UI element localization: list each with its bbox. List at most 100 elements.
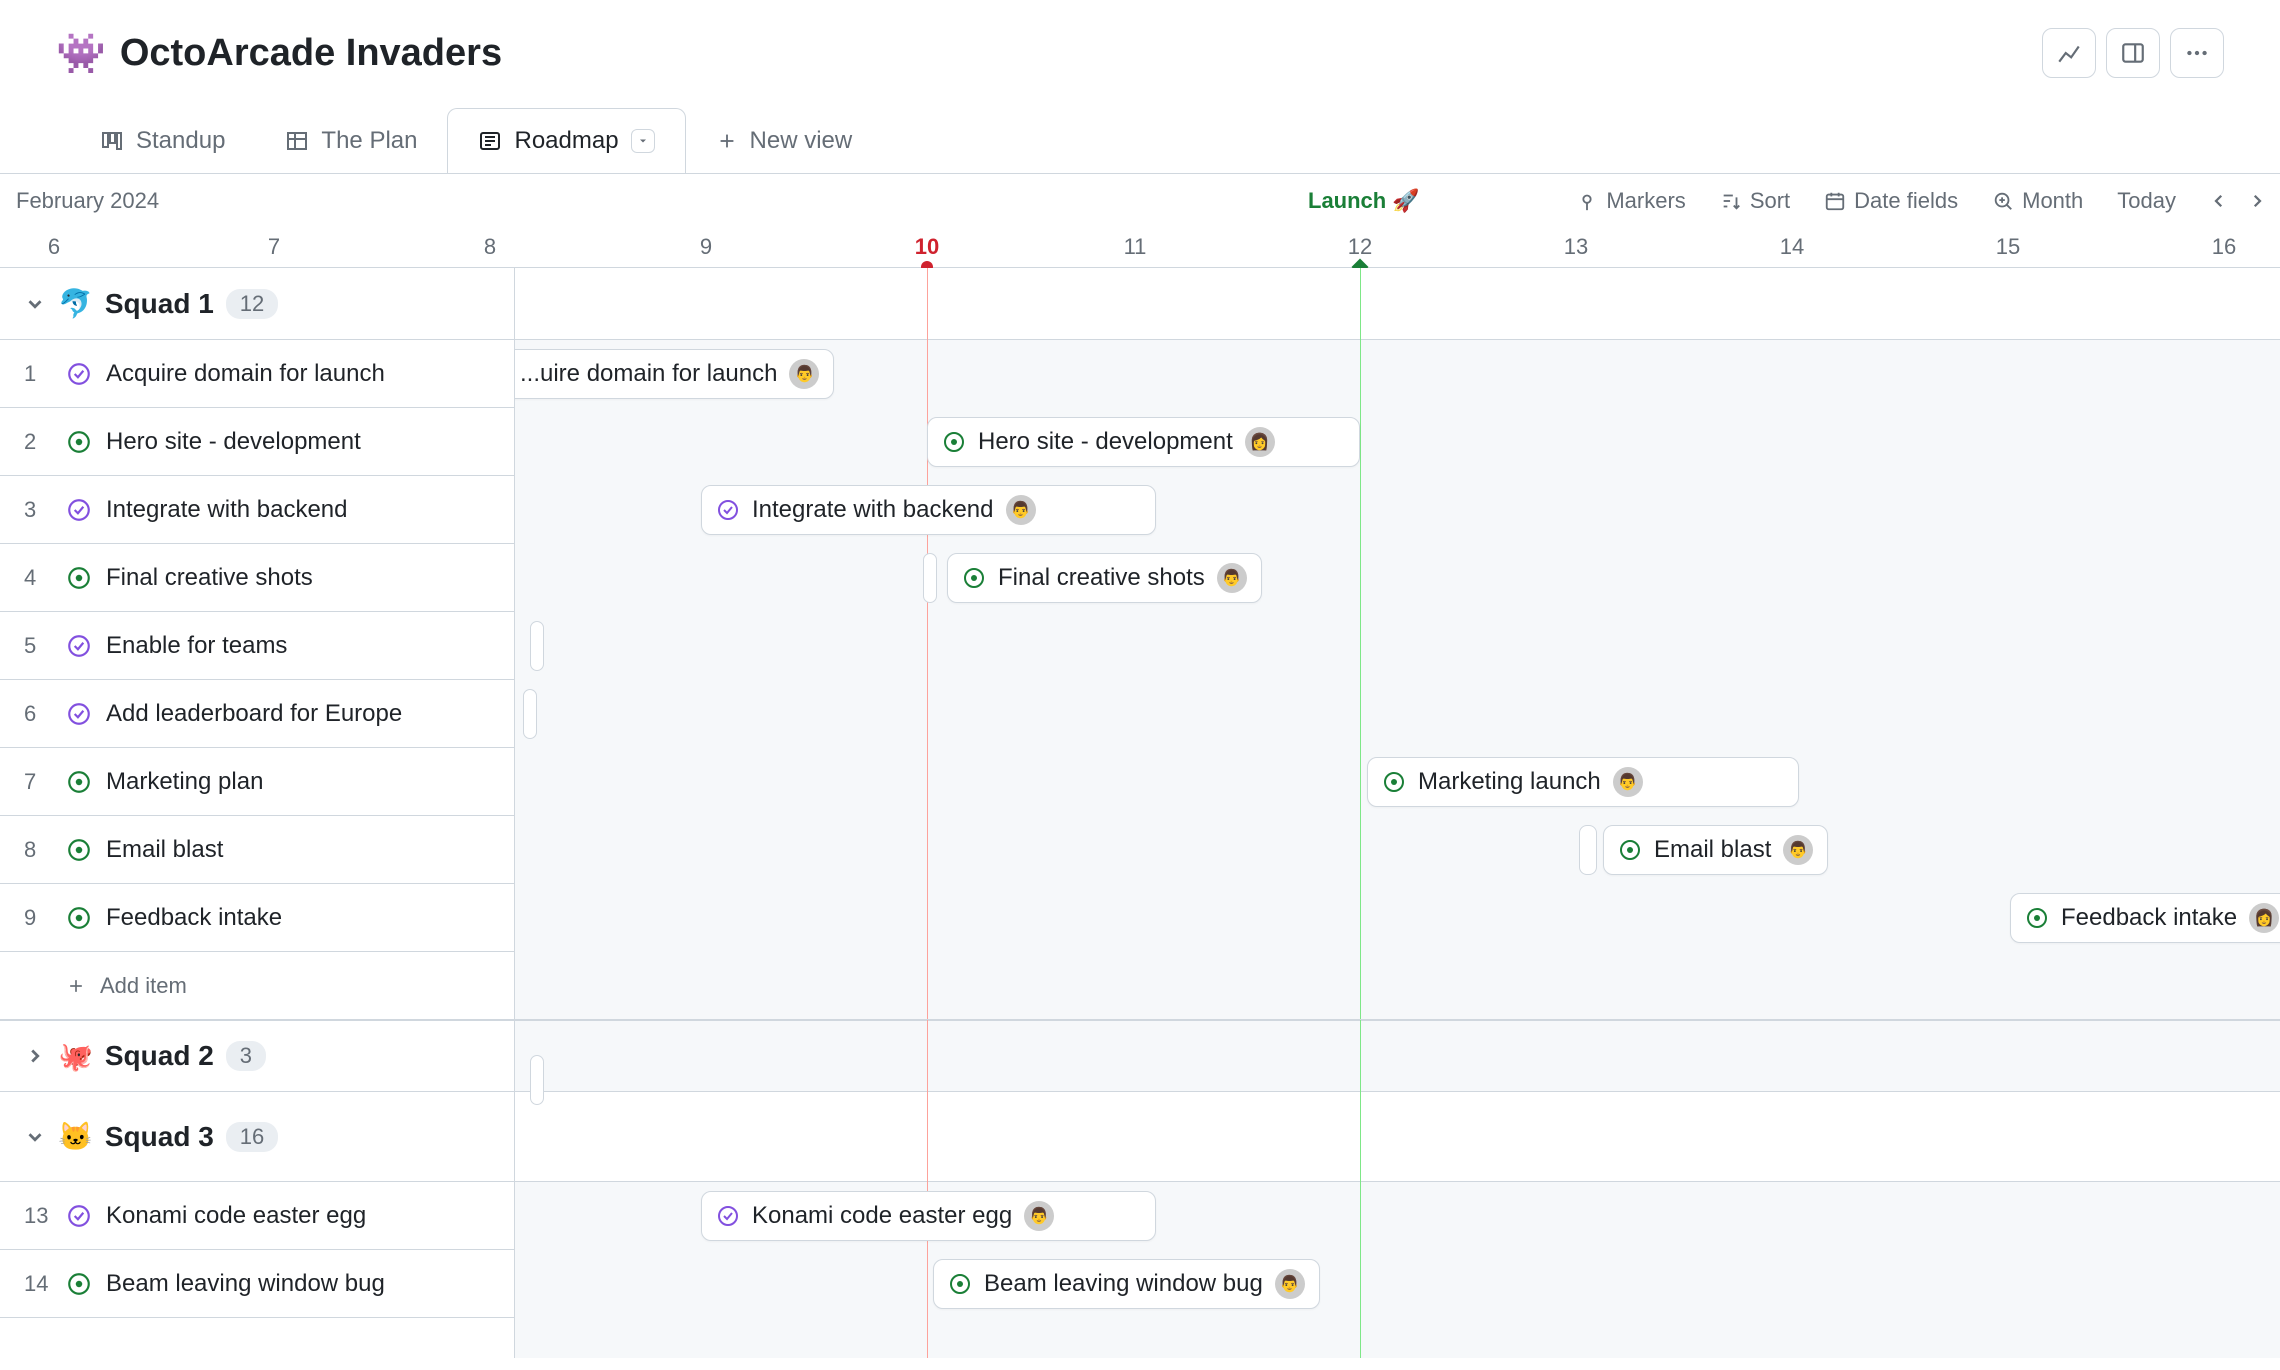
date-label: 10 — [915, 234, 939, 260]
group-emoji: 🐬 — [58, 287, 93, 320]
row-title: Marketing plan — [106, 768, 263, 796]
tab-label: Roadmap — [514, 127, 618, 155]
status-open-icon — [66, 769, 92, 795]
panel-button[interactable] — [2106, 28, 2160, 78]
timeline-bar[interactable]: Konami code easter egg 👨 — [701, 1191, 1156, 1241]
date-label: 13 — [1564, 234, 1588, 260]
chart-icon — [2056, 40, 2082, 66]
list-item[interactable]: 1Acquire domain for launch — [0, 340, 514, 408]
date-label: 8 — [484, 234, 496, 260]
avatar: 👨 — [1024, 1201, 1054, 1231]
status-done-icon — [66, 497, 92, 523]
sort-button[interactable]: Sort — [1720, 188, 1790, 214]
insights-button[interactable] — [2042, 28, 2096, 78]
group-header-squad1[interactable]: 🐬 Squad 1 12 — [0, 268, 514, 340]
timeline-bar[interactable]: ...uire domain for launch 👨 — [515, 349, 834, 399]
zoom-icon — [1992, 190, 2014, 212]
row-title: Enable for teams — [106, 632, 287, 660]
kebab-icon — [2184, 40, 2210, 66]
timeline-stub[interactable] — [530, 621, 544, 671]
avatar: 👩 — [2249, 903, 2279, 933]
list-item[interactable]: 6Add leaderboard for Europe — [0, 680, 514, 748]
group-emoji: 🐱 — [58, 1120, 93, 1153]
list-item[interactable]: 8 Email blast — [0, 816, 514, 884]
status-open-icon — [66, 429, 92, 455]
avatar: 👨 — [1006, 495, 1036, 525]
date-fields-button[interactable]: Date fields — [1824, 188, 1958, 214]
list-item[interactable]: 4 Final creative shots — [0, 544, 514, 612]
list-item[interactable]: 3Integrate with backend — [0, 476, 514, 544]
timeline-stub[interactable] — [1579, 825, 1597, 875]
status-done-icon — [66, 1203, 92, 1229]
more-button[interactable] — [2170, 28, 2224, 78]
group-emoji: 🐙 — [58, 1040, 93, 1073]
status-open-icon — [1382, 770, 1406, 794]
timeline-bar[interactable]: Feedback intake 👩 — [2010, 893, 2280, 943]
bar-label: Final creative shots — [998, 564, 1205, 592]
tab-standup[interactable]: Standup — [70, 109, 255, 173]
date-label: 7 — [268, 234, 280, 260]
bar-label: Hero site - development — [978, 428, 1233, 456]
timeline-date-label: February 2024 — [16, 188, 159, 214]
tab-label: New view — [750, 127, 853, 155]
list-item[interactable]: 13Konami code easter egg — [0, 1182, 514, 1250]
list-item[interactable]: 9Feedback intake — [0, 884, 514, 952]
add-item-button[interactable]: Add item — [0, 952, 514, 1020]
markers-button[interactable]: Markers — [1576, 188, 1685, 214]
timeline-stub[interactable] — [530, 1055, 544, 1105]
group-name: Squad 2 — [105, 1040, 214, 1072]
next-button[interactable] — [2248, 192, 2266, 210]
avatar: 👨 — [789, 359, 819, 389]
tab-plan[interactable]: The Plan — [255, 109, 447, 173]
row-title: Email blast — [106, 836, 223, 864]
timeline-bar[interactable]: Marketing launch 👨 — [1367, 757, 1799, 807]
prev-button[interactable] — [2210, 192, 2228, 210]
chevron-down-icon — [637, 135, 649, 147]
row-title: Final creative shots — [106, 564, 313, 592]
list-item[interactable]: 2Hero site - development — [0, 408, 514, 476]
timeline-stub[interactable] — [523, 689, 537, 739]
date-label: 16 — [2212, 234, 2236, 260]
timeline-bar[interactable]: Email blast 👨 — [1603, 825, 1828, 875]
bar-label: Konami code easter egg — [752, 1202, 1012, 1230]
chevron-left-icon — [2210, 192, 2228, 210]
timeline-stub[interactable] — [923, 553, 937, 603]
bar-label: Feedback intake — [2061, 904, 2237, 932]
list-item[interactable]: 7Marketing plan — [0, 748, 514, 816]
today-button[interactable]: Today — [2117, 188, 2176, 214]
table-icon — [285, 129, 309, 153]
plus-icon — [716, 130, 738, 152]
row-number: 8 — [24, 837, 52, 863]
status-open-icon — [942, 430, 966, 454]
status-done-icon — [66, 361, 92, 387]
timeline-bar[interactable]: Integrate with backend 👨 — [701, 485, 1156, 535]
avatar: 👩 — [1245, 427, 1275, 457]
avatar: 👨 — [1783, 835, 1813, 865]
row-number: 4 — [24, 565, 52, 591]
group-header-squad2[interactable]: 🐙 Squad 2 3 — [0, 1020, 514, 1092]
tab-dropdown[interactable] — [631, 129, 655, 153]
group-header-squad3[interactable]: 🐱 Squad 3 16 — [0, 1092, 514, 1182]
status-open-icon — [2025, 906, 2049, 930]
row-title: Hero site - development — [106, 428, 361, 456]
row-number: 6 — [24, 701, 52, 727]
group-name: Squad 1 — [105, 288, 214, 320]
new-view-button[interactable]: New view — [686, 109, 883, 173]
sidebar-icon — [2120, 40, 2146, 66]
group-name: Squad 3 — [105, 1121, 214, 1153]
page-title: OctoArcade Invaders — [120, 32, 502, 75]
tab-roadmap[interactable]: Roadmap — [447, 108, 685, 173]
status-open-icon — [66, 905, 92, 931]
list-item[interactable]: 14Beam leaving window bug — [0, 1250, 514, 1318]
plus-icon — [66, 976, 86, 996]
timeline-bar[interactable]: Hero site - development 👩 — [927, 417, 1360, 467]
list-item[interactable]: 5Enable for teams — [0, 612, 514, 680]
timeline-bar[interactable]: Beam leaving window bug 👨 — [933, 1259, 1320, 1309]
timeline-bar[interactable]: Final creative shots 👨 — [947, 553, 1262, 603]
status-open-icon — [948, 1272, 972, 1296]
bar-label: Email blast — [1654, 836, 1771, 864]
status-open-icon — [66, 565, 92, 591]
zoom-button[interactable]: Month — [1992, 188, 2083, 214]
launch-marker-label: Launch 🚀 — [1308, 188, 1420, 214]
status-open-icon — [66, 1271, 92, 1297]
